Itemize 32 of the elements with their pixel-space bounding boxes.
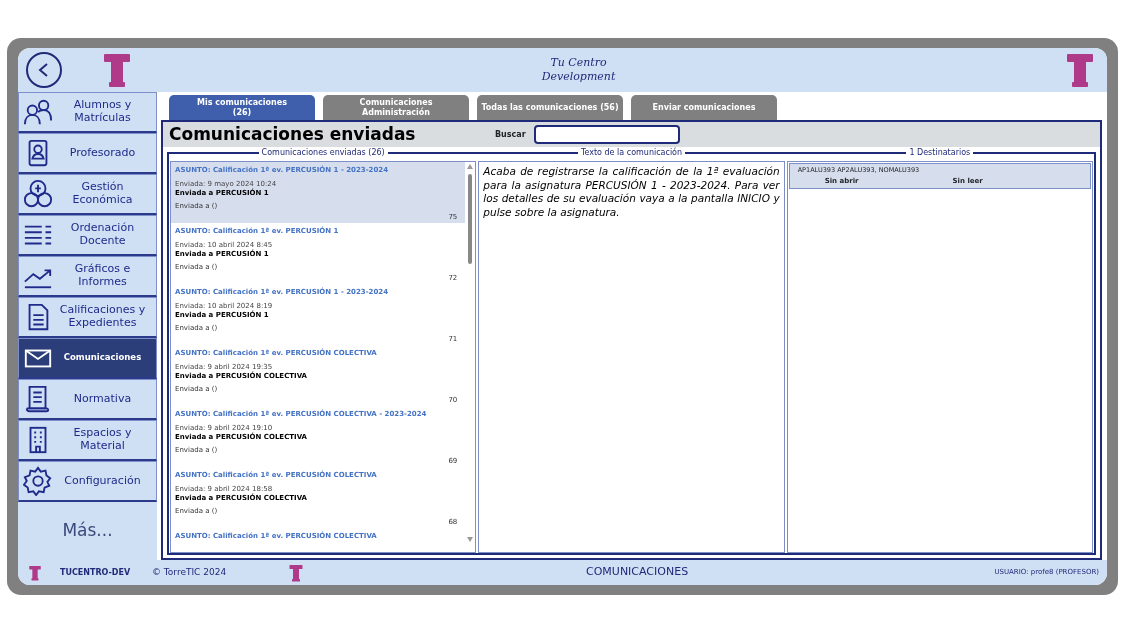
sidebar-item[interactable]: Normativa — [18, 379, 157, 420]
tab[interactable]: Comunicaciones Administración — [323, 95, 469, 120]
settings-icon — [23, 466, 53, 496]
message-text: Acaba de registrarse la calificación de la 1ª evaluación para la asignatura PERCUSIÓN 1 - 2023-2024. Para ver los detalles de su evaluación vaya a la pantalla INICIO y pulse sobre la asignatura. — [482, 164, 781, 220]
tower-logo-icon — [102, 52, 132, 88]
tab[interactable]: Todas las comunicaciones (56) — [477, 95, 623, 120]
sidebar-item[interactable]: Espacios y Material — [18, 420, 157, 461]
sidebar-item[interactable]: Alumnos y Matrículas — [18, 92, 157, 133]
copyright-text: © TorreTIC 2024 — [152, 565, 228, 579]
users-icon — [23, 97, 53, 127]
coins-icon — [23, 179, 53, 209]
search-field[interactable] — [533, 125, 680, 144]
tab[interactable]: Mis comunicaciones (26) — [169, 95, 315, 120]
sidebar-item[interactable]: Gráficos e Informes — [18, 256, 157, 297]
sidebar-item[interactable]: Calificaciones y Expedientes — [18, 297, 157, 338]
section-heading: Comunicaciones enviadas (26) — [258, 147, 388, 159]
sidebar-item[interactable]: Gestión Económica — [18, 174, 157, 215]
sidebar-item[interactable]: Profesorado — [18, 133, 157, 174]
back-button[interactable] — [26, 52, 62, 88]
panel-title: Comunicaciones enviadas — [169, 124, 417, 145]
tab[interactable]: Enviar comunicaciones — [631, 95, 777, 120]
app-title: Tu Centro Development — [540, 55, 617, 85]
tower-logo-icon — [1065, 52, 1095, 88]
tower-logo-icon — [287, 563, 305, 582]
screen-name: COMUNICACIONES — [586, 564, 689, 581]
sidebar-item[interactable]: Comunicaciones — [18, 338, 157, 379]
tower-logo-icon — [28, 564, 42, 581]
search-label: Buscar — [495, 128, 526, 141]
more-link[interactable]: Más... — [18, 502, 157, 560]
app-code: TUCENTRO-DEV — [60, 566, 132, 579]
sidebar-item[interactable]: Configuración — [18, 461, 157, 502]
sidebar-item[interactable]: Ordenación Docente — [18, 215, 157, 256]
